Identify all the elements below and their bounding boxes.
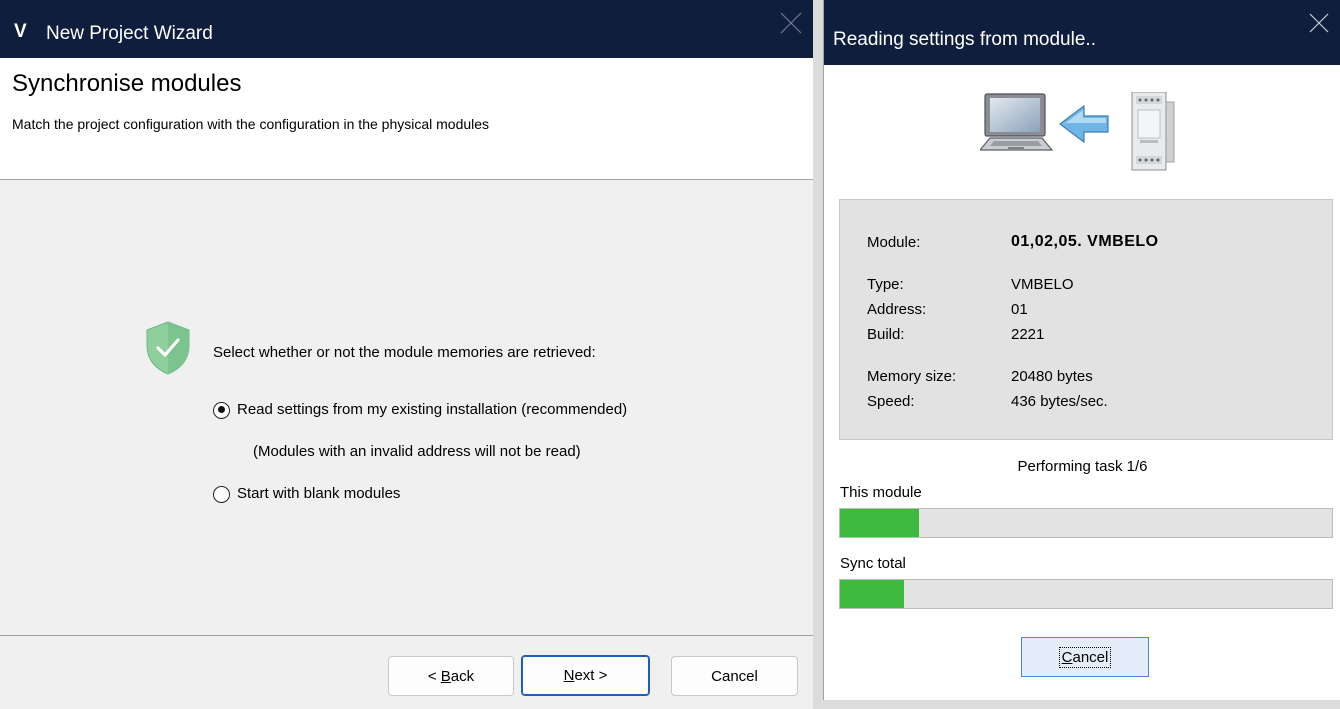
back-button-rest: ack	[450, 667, 475, 685]
next-button-mnemonic: N	[563, 667, 575, 684]
velbus-logo-icon: V	[14, 21, 27, 42]
back-button[interactable]: < Back	[388, 656, 514, 696]
radio-blank-modules-label: Start with blank modules	[237, 485, 401, 502]
build-label: Build:	[867, 326, 905, 343]
next-button[interactable]: Next >	[521, 655, 650, 696]
sync-total-progress-fill	[840, 580, 904, 608]
sync-total-label: Sync total	[840, 555, 906, 572]
radio-read-existing-label: Read settings from my existing installat…	[237, 401, 628, 418]
radio-button-unchecked[interactable]	[213, 485, 230, 503]
memory-size-label: Memory size:	[867, 368, 957, 385]
dialog-cancel-button[interactable]: Cancel	[1021, 637, 1149, 677]
cancel-button[interactable]: Cancel	[671, 656, 798, 696]
page-title: Synchronise modules	[12, 70, 242, 97]
radio-button-checked[interactable]	[213, 401, 230, 419]
laptop-icon	[980, 93, 1054, 151]
dialog-cancel-label: Cancel	[1058, 646, 1112, 668]
task-status: Performing task 1/6	[1017, 458, 1148, 475]
wizard-header: Synchronise modules Match the project co…	[0, 58, 813, 180]
back-button-prefix: <	[427, 667, 441, 685]
address-label: Address:	[867, 301, 927, 318]
module-label: Module:	[867, 234, 921, 251]
din-rail-module-icon	[1131, 92, 1175, 171]
back-button-mnemonic: B	[440, 667, 451, 685]
dialog-cancel-mnemonic: C	[1061, 648, 1073, 666]
radio-blank-modules[interactable]: Start with blank modules	[213, 485, 400, 503]
module-value: 01,02,05. VMBELO	[1011, 233, 1159, 250]
this-module-progress-bar	[839, 508, 1333, 538]
module-info-panel: Module: 01,02,05. VMBELO Type: VMBELO Ad…	[839, 199, 1333, 440]
wizard-titlebar[interactable]: V New Project Wizard	[0, 0, 813, 58]
shield-check-icon	[146, 321, 190, 375]
this-module-progress-fill	[840, 509, 919, 537]
transfer-illustration	[980, 92, 1175, 171]
dialog-title: Reading settings from module..	[833, 29, 1096, 50]
close-icon[interactable]	[1304, 8, 1334, 38]
new-project-wizard-window: V New Project Wizard Synchronise modules…	[0, 0, 813, 709]
window-gap	[813, 0, 823, 709]
dialog-cancel-rest: ancel	[1072, 648, 1109, 666]
speed-label: Speed:	[867, 393, 915, 410]
next-button-rest: ext >	[574, 667, 608, 684]
build-value: 2221	[1011, 326, 1045, 343]
radio-read-existing[interactable]: Read settings from my existing installat…	[213, 401, 627, 419]
dialog-titlebar[interactable]: Reading settings from module..	[824, 0, 1340, 65]
reading-settings-dialog: Reading settings from module.. Module: 0…	[823, 0, 1340, 700]
this-module-label: This module	[840, 484, 922, 501]
arrow-left-icon	[1059, 104, 1109, 144]
close-icon[interactable]	[774, 6, 808, 40]
wizard-footer: < Back Next > Cancel	[0, 635, 813, 709]
page-subtitle: Match the project configuration with the…	[12, 116, 490, 132]
speed-value: 436 bytes/sec.	[1011, 393, 1108, 410]
retrieve-prompt: Select whether or not the module memorie…	[213, 344, 596, 361]
address-value: 01	[1011, 301, 1028, 318]
radio-read-existing-note: (Modules with an invalid address will no…	[253, 443, 581, 460]
type-label: Type:	[867, 276, 904, 293]
wizard-body: Select whether or not the module memorie…	[0, 181, 813, 635]
memory-size-value: 20480 bytes	[1011, 368, 1093, 385]
sync-total-progress-bar	[839, 579, 1333, 609]
type-value: VMBELO	[1011, 276, 1074, 293]
wizard-window-title: New Project Wizard	[46, 23, 213, 44]
